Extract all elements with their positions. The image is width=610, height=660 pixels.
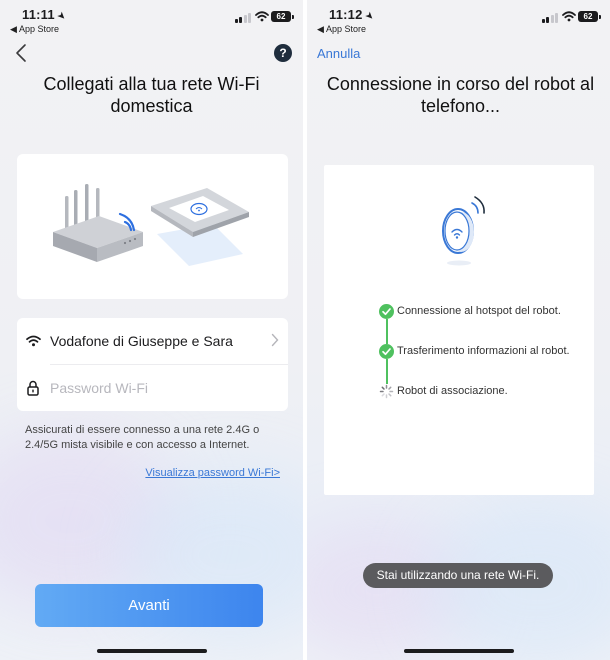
battery-icon: 62 [271,11,294,22]
home-indicator [403,649,514,653]
robot-connection-screen: 11:12➤ ◀ App Store 62 Annulla Connession… [307,0,610,660]
signal-icon [234,13,251,23]
network-form: Vodafone di Giuseppe e Sara Password Wi-… [17,318,288,411]
location-arrow-icon: ➤ [54,9,69,24]
network-name: Vodafone di Giuseppe e Sara [50,333,233,349]
spinner-icon [379,384,394,399]
back-to-app[interactable]: ◀ App Store [317,24,366,35]
network-selector[interactable]: Vodafone di Giuseppe e Sara [17,318,288,364]
password-input[interactable]: Password Wi-Fi [50,380,148,396]
page-title: Collegati alla tua rete Wi-Fi domestica [43,74,260,116]
router-illustration [53,184,249,266]
status-bar: 11:12➤ ◀ App Store 62 [307,6,610,36]
back-chevron-icon[interactable] [12,42,32,64]
router-phone-illustration [17,154,288,299]
wifi-icon [25,335,41,347]
check-icon [379,344,394,359]
status-time: 11:11➤ [22,7,69,24]
wifi-icon [255,11,269,22]
next-button[interactable]: Avanti [35,584,263,627]
status-time: 11:12➤ [329,7,376,24]
show-password-link[interactable]: Visualizza password Wi-Fi> [145,467,280,479]
wifi-setup-screen: 11:11➤ ◀ App Store 62 ? Collegati alla t… [0,0,303,660]
network-hint: Assicurati di essere connesso a una rete… [25,424,260,451]
step-connector [386,359,388,384]
chevron-right-icon [271,333,279,347]
step-connector [386,319,388,344]
check-icon [379,304,394,319]
signal-icon [541,13,558,23]
back-app-label: App Store [325,24,366,34]
home-indicator [96,649,207,653]
help-icon[interactable]: ? [274,44,292,62]
lock-icon [27,380,39,396]
robot-vacuum-illustration [442,196,485,266]
back-to-app[interactable]: ◀ App Store [10,24,59,35]
connection-progress-card: Connessione al hotspot del robot. Trasfe… [324,165,594,495]
cancel-button[interactable]: Annulla [317,46,360,61]
status-bar: 11:11➤ ◀ App Store 62 [0,6,303,36]
password-field[interactable]: Password Wi-Fi [17,365,288,411]
page-title: Connessione in corso del robot al telefo… [326,74,595,116]
location-arrow-icon: ➤ [361,9,376,24]
step-label: Trasferimento informazioni al robot. [397,345,570,357]
back-app-label: App Store [18,24,59,34]
wifi-toast: Stai utilizzando una rete Wi-Fi. [363,563,553,588]
step-label: Robot di associazione. [397,385,508,397]
wifi-icon [562,11,576,22]
step-label: Connessione al hotspot del robot. [397,305,561,317]
battery-icon: 62 [578,11,601,22]
